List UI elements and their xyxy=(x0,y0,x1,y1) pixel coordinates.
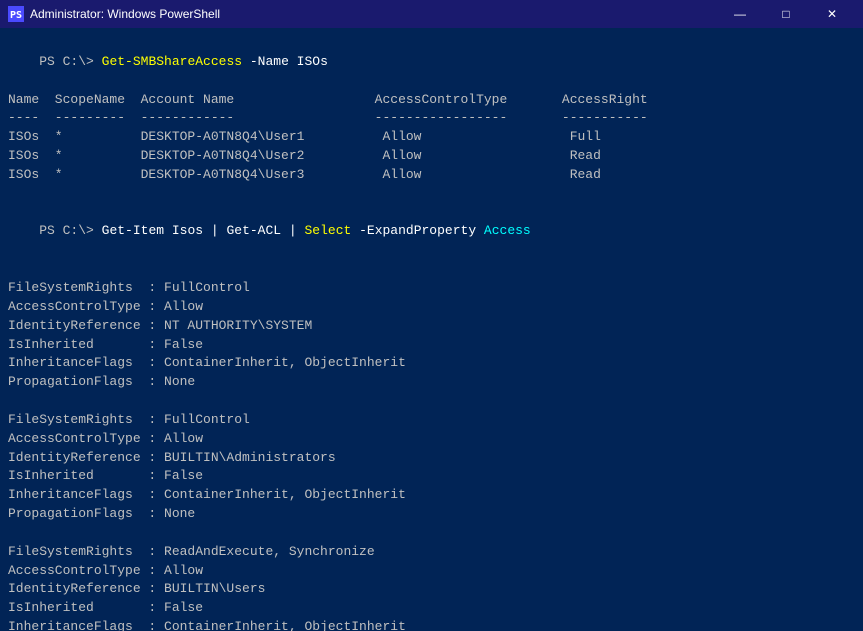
blank-line-2 xyxy=(8,260,855,279)
acl-line: IdentityReference : BUILTIN\Users xyxy=(8,580,855,599)
cmd-get-item-part: Get-Item Isos | Get-ACL | xyxy=(102,223,305,238)
command-line-1: PS C:\> Get-SMBShareAccess -Name ISOs xyxy=(8,34,855,91)
cmd-expand-part: -ExpandProperty xyxy=(351,223,484,238)
maximize-button[interactable]: □ xyxy=(763,0,809,28)
acl-line: IdentityReference : BUILTIN\Administrato… xyxy=(8,449,855,468)
acl-line: InheritanceFlags : ContainerInherit, Obj… xyxy=(8,354,855,373)
acl-line: InheritanceFlags : ContainerInherit, Obj… xyxy=(8,486,855,505)
table-header: Name ScopeName Account Name AccessContro… xyxy=(8,91,855,110)
acl-line: FileSystemRights : FullControl xyxy=(8,279,855,298)
cmd-name-isos: -Name ISOs xyxy=(242,54,328,69)
blank-line-1 xyxy=(8,185,855,204)
svg-text:PS: PS xyxy=(10,10,22,21)
acl-line: AccessControlType : Allow xyxy=(8,562,855,581)
title-bar-left: PS Administrator: Windows PowerShell xyxy=(8,6,220,22)
title-bar-controls: — □ ✕ xyxy=(717,0,855,28)
powershell-icon: PS xyxy=(8,6,24,22)
acl-block-2: FileSystemRights : FullControlAccessCont… xyxy=(8,411,855,524)
acl-line: FileSystemRights : ReadAndExecute, Synch… xyxy=(8,543,855,562)
acl-line: IsInherited : False xyxy=(8,599,855,618)
acl-block-3: FileSystemRights : ReadAndExecute, Synch… xyxy=(8,543,855,631)
acl-line: IsInherited : False xyxy=(8,467,855,486)
close-button[interactable]: ✕ xyxy=(809,0,855,28)
acl-line: FileSystemRights : FullControl xyxy=(8,411,855,430)
acl-line: PropagationFlags : None xyxy=(8,505,855,524)
minimize-button[interactable]: — xyxy=(717,0,763,28)
acl-block-1: FileSystemRights : FullControlAccessCont… xyxy=(8,279,855,392)
cmd-select-keyword: Select xyxy=(304,223,351,238)
title-bar: PS Administrator: Windows PowerShell — □… xyxy=(0,0,863,28)
acl-line: IsInherited : False xyxy=(8,336,855,355)
terminal-area[interactable]: PS C:\> Get-SMBShareAccess -Name ISOs Na… xyxy=(0,28,863,631)
acl-line: IdentityReference : NT AUTHORITY\SYSTEM xyxy=(8,317,855,336)
acl-line: AccessControlType : Allow xyxy=(8,298,855,317)
acl-line: PropagationFlags : None xyxy=(8,373,855,392)
table-row-2: ISOs * DESKTOP-A0TN8Q4\User2 Allow Read xyxy=(8,147,855,166)
command-line-2: PS C:\> Get-Item Isos | Get-ACL | Select… xyxy=(8,204,855,261)
cmd-get-smbshareaccess: Get-SMBShareAccess xyxy=(102,54,242,69)
prompt-2: PS C:\> xyxy=(39,223,101,238)
blank-line-3 xyxy=(8,392,855,411)
window-title: Administrator: Windows PowerShell xyxy=(30,7,220,21)
table-divider: ---- --------- ------------ ------------… xyxy=(8,109,855,128)
blank-line-4 xyxy=(8,524,855,543)
table-row-1: ISOs * DESKTOP-A0TN8Q4\User1 Allow Full xyxy=(8,128,855,147)
acl-line: AccessControlType : Allow xyxy=(8,430,855,449)
table-row-3: ISOs * DESKTOP-A0TN8Q4\User3 Allow Read xyxy=(8,166,855,185)
acl-line: InheritanceFlags : ContainerInherit, Obj… xyxy=(8,618,855,631)
prompt-1: PS C:\> xyxy=(39,54,101,69)
cmd-access-keyword: Access xyxy=(484,223,531,238)
